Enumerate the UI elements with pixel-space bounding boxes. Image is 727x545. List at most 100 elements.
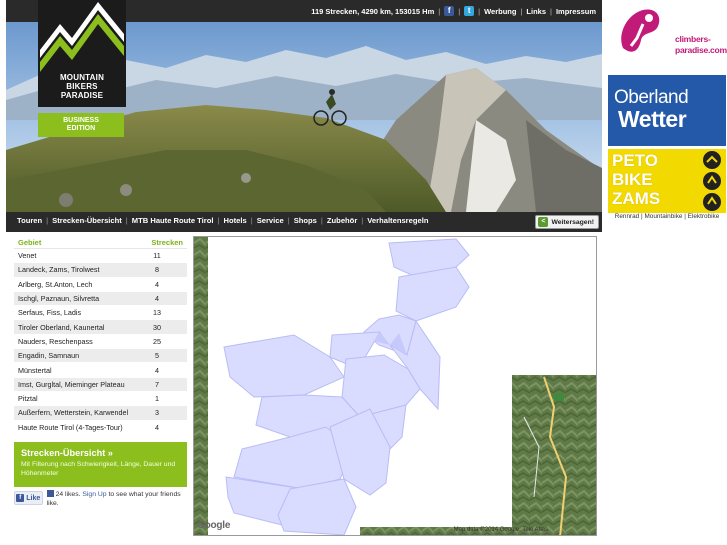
- area-name[interactable]: Imst, Gurgltal, Mieminger Plateau: [18, 380, 125, 389]
- climber-logo-icon: [621, 9, 660, 52]
- facebook-small-icon: [46, 490, 54, 497]
- peto-bike-zams-text: PETO BIKE ZAMS: [612, 151, 660, 208]
- area-count: 7: [155, 379, 159, 389]
- signup-link[interactable]: Sign Up: [82, 491, 106, 498]
- area-name[interactable]: Tiroler Oberland, Kaunertal: [18, 323, 104, 332]
- nav-hotels[interactable]: Hotels: [223, 216, 246, 225]
- logo-line-mountain: MOUNTAIN: [59, 73, 105, 82]
- separator: |: [125, 216, 128, 225]
- separator: |: [550, 6, 552, 16]
- edition-line-2: EDITION: [66, 125, 96, 132]
- area-row[interactable]: Nauders, Reschenpass 25: [14, 334, 187, 350]
- nav-zubehoer[interactable]: Zubehör: [327, 216, 357, 225]
- area-row[interactable]: Tiroler Oberland, Kaunertal 30: [14, 320, 187, 335]
- separator: |: [361, 216, 364, 225]
- area-name[interactable]: Außerfern, Wetterstein, Karwendel: [18, 408, 128, 417]
- area-name[interactable]: Landeck, Zams, Tirolwest: [18, 265, 100, 274]
- area-row[interactable]: Landeck, Zams, Tirolwest 8: [14, 263, 187, 278]
- edition-line-1: BUSINESS: [63, 117, 99, 124]
- site-logo[interactable]: MOUNTAIN BIKERS PARADISE: [38, 0, 126, 107]
- twitter-icon[interactable]: t: [464, 6, 475, 16]
- ad-climbers-paradise[interactable]: climbers-paradise.com: [607, 0, 727, 70]
- facebook-icon[interactable]: f: [444, 6, 455, 16]
- facebook-icon: f: [16, 494, 25, 502]
- area-row[interactable]: Engadin, Samnaun 5: [14, 349, 187, 364]
- area-count: 1: [155, 394, 159, 404]
- peto-line-1: PETO: [612, 151, 658, 170]
- header-banner: 119 Strecken, 4290 km, 153015 Hm | f | t…: [6, 0, 602, 212]
- like-label: Like: [26, 494, 41, 502]
- facebook-like-button[interactable]: f Like: [14, 491, 43, 505]
- peto-line-2: BIKE: [612, 170, 653, 189]
- area-row[interactable]: Pitztal 1: [14, 391, 187, 407]
- separator: |: [320, 216, 323, 225]
- area-table: Gebiet Strecken Venet 11 Landeck, Zams, Ti…: [14, 236, 187, 435]
- area-count: 30: [153, 322, 161, 332]
- nav-touren[interactable]: Touren: [17, 216, 42, 225]
- area-name[interactable]: Ischgl, Paznaun, Silvretta: [18, 294, 99, 303]
- facebook-like-text: 24 likes. Sign Up to see what your frien…: [46, 490, 187, 508]
- map-road-shield: [554, 393, 564, 401]
- uebersicht-description: Mit Filterung nach Schwierigkeit, Länge,…: [21, 461, 176, 477]
- business-edition-badge: BUSINESS EDITION: [38, 113, 124, 137]
- area-count: 11: [153, 251, 161, 261]
- column-strecken: Strecken: [151, 237, 183, 247]
- ad-peto-bike-zams[interactable]: PETO BIKE ZAMS: [608, 149, 726, 213]
- like-count: 24 likes.: [55, 491, 81, 498]
- logo-text: MOUNTAIN BIKERS PARADISE: [38, 73, 126, 100]
- uebersicht-title[interactable]: Strecken-Übersicht »: [21, 448, 180, 458]
- area-row[interactable]: Serfaus, Fiss, Ladis 13: [14, 306, 187, 321]
- route-area-polygons[interactable]: [223, 238, 470, 535]
- peto-subtitle: Rennrad | Mountainbike | Elektrobike: [614, 213, 720, 220]
- nav-strecken-uebersicht[interactable]: Strecken-Übersicht: [52, 216, 122, 225]
- column-gebiet: Gebiet: [18, 237, 42, 247]
- link-werbung[interactable]: Werbung: [484, 7, 516, 16]
- area-name[interactable]: Nauders, Reschenpass: [18, 337, 93, 346]
- google-map-logo[interactable]: Google: [197, 520, 230, 531]
- logo-mountain-icon: [40, 2, 124, 72]
- ad-oberland-wetter[interactable]: Oberland Wetter: [608, 75, 726, 146]
- link-links[interactable]: Links: [526, 7, 546, 16]
- area-row[interactable]: Haute Route Tirol (4-Tages-Tour) 4: [14, 420, 187, 435]
- top-links: 119 Strecken, 4290 km, 153015 Hm | f | t…: [311, 6, 596, 16]
- area-name[interactable]: Pitztal: [18, 394, 38, 403]
- area-name[interactable]: Engadin, Samnaun: [18, 351, 79, 360]
- area-count: 4: [155, 279, 159, 289]
- area-row[interactable]: Außerfern, Wetterstein, Karwendel 3: [14, 406, 187, 421]
- area-name[interactable]: Haute Route Tirol (4-Tages-Tour): [18, 423, 123, 432]
- area-name[interactable]: Arlberg, St.Anton, Lech: [18, 280, 92, 289]
- share-button[interactable]: < Weitersagen!: [535, 215, 599, 229]
- logo-line-bikers: BIKERS: [66, 82, 98, 91]
- link-impressum[interactable]: Impressum: [556, 7, 596, 16]
- climbers-paradise-text: climbers-paradise.com: [675, 34, 727, 55]
- nav-shops[interactable]: Shops: [294, 216, 317, 225]
- nav-haute-route[interactable]: MTB Haute Route Tirol: [132, 216, 214, 225]
- area-name[interactable]: Serfaus, Fiss, Ladis: [18, 308, 81, 317]
- area-count: 3: [155, 408, 159, 418]
- nav-items: Touren | Strecken-Übersicht | MTB Haute …: [17, 216, 428, 225]
- share-label: Weitersagen!: [551, 218, 594, 226]
- bike-sport-icons: [703, 151, 721, 211]
- map-attribution: Map data ©2014 Google, Tele Atlas: [453, 527, 548, 533]
- nav-verhaltensregeln[interactable]: Verhaltensregeln: [367, 216, 428, 225]
- area-row[interactable]: Münstertal 4: [14, 363, 187, 378]
- separator: |: [217, 216, 220, 225]
- separator: |: [46, 216, 49, 225]
- nav-service[interactable]: Service: [257, 216, 284, 225]
- area-name[interactable]: Münstertal: [18, 366, 52, 375]
- area-row[interactable]: Imst, Gurgltal, Mieminger Plateau 7: [14, 377, 187, 392]
- area-rows: Venet 11 Landeck, Zams, Tirolwest 8 Arlberg,…: [14, 249, 187, 435]
- area-row[interactable]: Arlberg, St.Anton, Lech 4: [14, 277, 187, 292]
- map-canvas[interactable]: [194, 237, 597, 536]
- separator: |: [478, 6, 481, 16]
- area-count: 4: [155, 422, 159, 432]
- area-row[interactable]: Ischgl, Paznaun, Silvretta 4: [14, 291, 187, 307]
- area-count: 4: [155, 294, 159, 304]
- route-map[interactable]: Google Map data ©2014 Google, Tele Atlas: [193, 236, 597, 536]
- area-name[interactable]: Venet: [18, 251, 36, 260]
- separator: |: [458, 6, 461, 16]
- area-row[interactable]: Venet 11: [14, 249, 187, 264]
- strecken-uebersicht-box[interactable]: Strecken-Übersicht » Mit Filterung nach …: [14, 442, 187, 487]
- area-table-header: Gebiet Strecken: [14, 236, 187, 249]
- wetter-text: Wetter: [618, 106, 687, 132]
